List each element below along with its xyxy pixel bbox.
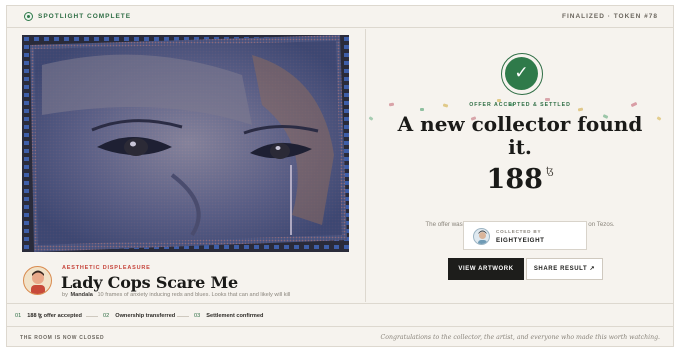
artist-avatar[interactable] (23, 266, 52, 295)
confetti-piece (577, 107, 584, 112)
confetti-piece (420, 108, 424, 111)
collector-name[interactable]: EIGHTYEIGHT (496, 237, 545, 244)
step-connector (177, 316, 189, 317)
step-ownership-transferred: 02 Ownership transferred (103, 313, 175, 319)
artwork-meta: by Mandala 10 frames of anxiety inducing… (62, 292, 290, 298)
collector-avatar (473, 228, 490, 245)
artwork-panel: AESTHETIC DISPLEASURE Lady Cops Scare Me… (7, 29, 366, 302)
result-panel: ✓ OFFER ACCEPTED & SETTLED A new collect… (367, 29, 673, 302)
settlement-steps: 01 188 ꜩ offer accepted 02 Ownership trans… (7, 303, 673, 327)
headline: A new collector found it. (397, 112, 643, 159)
artwork-description: 10 frames of anxiety inducing reds and b… (97, 292, 291, 298)
confetti-piece (545, 98, 550, 101)
token-label: FINALIZED · TOKEN #78 (561, 13, 658, 20)
collected-by-label: COLLECTED BY (496, 229, 542, 234)
share-result-button[interactable]: SHARE RESULT ↗ (526, 258, 603, 280)
top-bar: SPOTLIGHT COMPLETE FINALIZED · TOKEN #78 (7, 6, 673, 28)
collector-card[interactable]: COLLECTED BY EIGHTYEIGHT (463, 221, 587, 250)
step-settlement-confirmed: 03 Settlement confirmed (194, 313, 263, 319)
confetti-piece (656, 116, 662, 121)
accepted-label: OFFER ACCEPTED & SETTLED (469, 102, 571, 108)
status-label: SPOTLIGHT COMPLETE (38, 13, 132, 20)
step-label: Settlement confirmed (206, 313, 264, 319)
room-closed-label: THE ROOM IS NOW CLOSED (20, 335, 105, 341)
artist-name[interactable]: Mandala (70, 292, 92, 298)
view-artwork-button[interactable]: VIEW ARTWORK (448, 258, 524, 280)
artwork-image[interactable] (22, 35, 349, 252)
congratulations-text: Congratulations to the collector, the ar… (380, 334, 660, 341)
step-number: 01 (15, 313, 22, 319)
artwork-title[interactable]: Lady Cops Scare Me (61, 273, 238, 292)
tez-icon: ꜩ (545, 166, 554, 177)
step-label: Ownership transferred (115, 313, 176, 319)
collection-label[interactable]: AESTHETIC DISPLEASURE (62, 265, 151, 271)
result-card: SPOTLIGHT COMPLETE FINALIZED · TOKEN #78 (6, 5, 674, 347)
offer-amount: 188 ꜩ (367, 164, 673, 195)
step-number: 03 (194, 313, 201, 319)
step-connector (86, 316, 98, 317)
step-offer-accepted: 01 188 ꜩ offer accepted (15, 313, 82, 319)
status-dot-icon (24, 12, 33, 21)
confetti-piece (368, 116, 374, 121)
step-number: 02 (103, 313, 110, 319)
step-label: 188 ꜩ offer accepted (27, 313, 82, 319)
amount-value: 188 (486, 164, 543, 195)
by-label: by (62, 292, 68, 298)
check-icon: ✓ (505, 57, 538, 90)
success-badge: ✓ (501, 53, 543, 95)
